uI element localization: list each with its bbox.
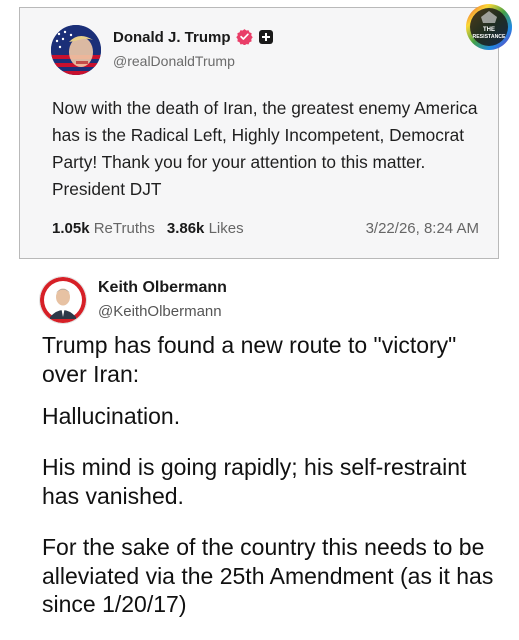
post-paragraph: Hallucination.	[42, 403, 181, 429]
author-handle[interactable]: @KeithOlbermann	[98, 303, 222, 320]
post-paragraph: For the sake of the country this needs t…	[42, 534, 494, 617]
likes-count: 3.86k	[166, 220, 205, 237]
post-paragraph: His mind is going rapidly; his self-rest…	[42, 454, 467, 509]
avatar[interactable]	[51, 25, 101, 75]
resistance-logo: THE RESISTANCE	[466, 4, 512, 50]
svg-text:RESISTANCE: RESISTANCE	[472, 34, 506, 40]
author-name[interactable]: Keith Olbermann	[98, 279, 227, 297]
post-body: Now with the death of Iran, the greatest…	[52, 98, 478, 199]
author-name-line: Donald J. Trump	[113, 28, 274, 46]
plus-badge-icon	[258, 30, 273, 44]
likes-label[interactable]: Likes	[209, 220, 244, 237]
embedded-post-card: Donald J. Trump @realDonaldTrump Now wit…	[19, 7, 499, 259]
avatar[interactable]	[40, 277, 86, 323]
verified-badge-icon	[235, 29, 253, 45]
post-stats: 1.05k ReTruths 3.86k Likes	[52, 220, 244, 237]
retruths-label[interactable]: ReTruths	[94, 220, 155, 237]
post-paragraph: Trump has found a new route to "victory"…	[42, 332, 457, 387]
post-timestamp: 3/22/26, 8:24 AM	[365, 220, 479, 237]
retruths-count: 1.05k	[52, 220, 90, 237]
author-handle[interactable]: @realDonaldTrump	[113, 53, 235, 69]
svg-text:THE: THE	[483, 27, 495, 33]
author-name[interactable]: Donald J. Trump	[113, 29, 231, 46]
